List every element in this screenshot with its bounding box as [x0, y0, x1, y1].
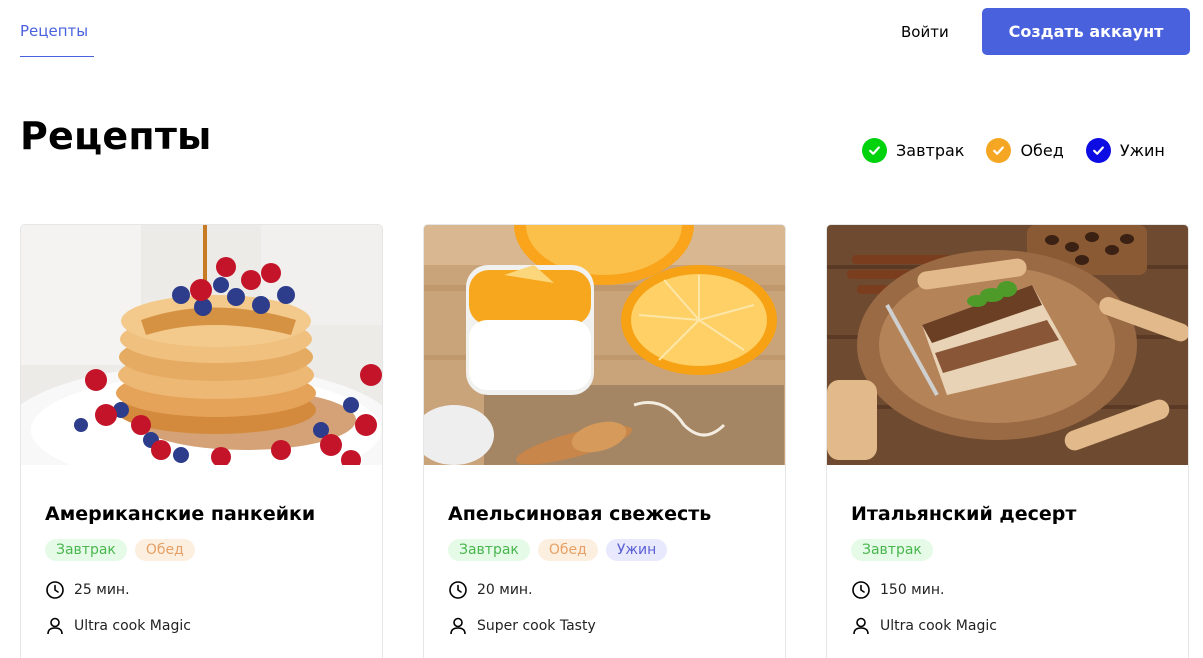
nav-active-underline — [20, 56, 94, 57]
tag-breakfast: Завтрак — [45, 539, 127, 561]
nav-recipes-link[interactable]: Рецепты — [20, 22, 88, 40]
filter-label: Ужин — [1119, 140, 1165, 160]
recipes-page: Рецепты Войти Создать аккаунт Рецепты За… — [0, 0, 1203, 658]
author-name[interactable]: Ultra cook Magic — [880, 618, 997, 634]
recipe-author: Ultra cook Magic — [851, 615, 1172, 637]
filter-lunch[interactable]: Обед — [986, 137, 1064, 163]
user-icon — [450, 617, 466, 635]
recipe-time: 150 мин. — [851, 579, 1172, 601]
recipe-title[interactable]: Апельсиновая свежесть — [448, 499, 769, 529]
filter-dinner[interactable]: Ужин — [1085, 137, 1165, 163]
header: Рецепты Войти Создать аккаунт — [0, 0, 1203, 70]
recipe-card[interactable]: Апельсиновая свежесть Завтрак Обед Ужин … — [423, 224, 786, 658]
recipe-time: 20 мин. — [448, 579, 769, 601]
time-value: 150 мин. — [880, 582, 945, 598]
check-icon — [862, 137, 887, 163]
recipe-tags: Завтрак Обед — [45, 539, 366, 561]
recipe-image-tiramisu[interactable] — [827, 225, 1188, 465]
user-icon — [853, 617, 869, 635]
check-icon — [1085, 137, 1111, 163]
filter-breakfast[interactable]: Завтрак — [862, 137, 964, 163]
signup-button[interactable]: Создать аккаунт — [982, 8, 1190, 55]
tag-dinner: Ужин — [605, 539, 668, 561]
recipe-card-body: Американские панкейки Завтрак Обед 25 ми… — [45, 499, 366, 637]
check-icon — [986, 137, 1012, 163]
recipe-card[interactable]: Американские панкейки Завтрак Обед 25 ми… — [20, 224, 383, 658]
tag-lunch: Обед — [134, 539, 195, 561]
recipe-title[interactable]: Американские панкейки — [45, 499, 366, 529]
tag-breakfast: Завтрак — [851, 539, 933, 561]
recipe-tags: Завтрак Обед Ужин — [448, 539, 769, 561]
clock-icon — [852, 581, 870, 599]
tag-breakfast: Завтрак — [448, 539, 530, 561]
recipe-card-body: Итальянский десерт Завтрак 150 мин. Ultr… — [851, 499, 1172, 637]
time-value: 25 мин. — [74, 582, 130, 598]
recipe-image-orange-dessert[interactable] — [424, 225, 785, 465]
tag-lunch: Обед — [537, 539, 598, 561]
recipe-time: 25 мин. — [45, 579, 366, 601]
recipe-tags: Завтрак — [851, 539, 1172, 561]
recipe-card-body: Апельсиновая свежесть Завтрак Обед Ужин … — [448, 499, 769, 637]
clock-icon — [449, 581, 467, 599]
login-link[interactable]: Войти — [901, 23, 949, 41]
filter-label: Завтрак — [896, 140, 965, 160]
recipe-author: Super cook Tasty — [448, 615, 769, 637]
recipe-card[interactable]: Итальянский десерт Завтрак 150 мин. Ultr… — [826, 224, 1189, 658]
recipe-title[interactable]: Итальянский десерт — [851, 499, 1172, 529]
filter-label: Обед — [1020, 140, 1064, 160]
clock-icon — [46, 581, 64, 599]
meal-filters: Завтрак Обед Ужин — [862, 137, 1165, 163]
time-value: 20 мин. — [477, 582, 533, 598]
page-title: Рецепты — [20, 114, 212, 158]
recipe-image-pancakes[interactable] — [21, 225, 382, 465]
user-icon — [47, 617, 63, 635]
author-name[interactable]: Ultra cook Magic — [74, 618, 191, 634]
recipe-author: Ultra cook Magic — [45, 615, 366, 637]
author-name[interactable]: Super cook Tasty — [477, 618, 596, 634]
